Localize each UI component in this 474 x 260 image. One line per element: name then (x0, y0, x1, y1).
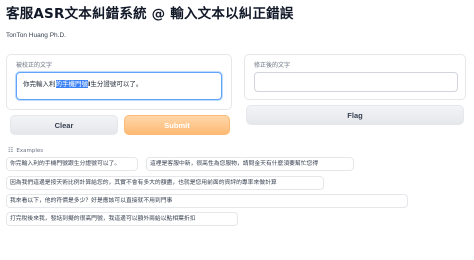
submit-button[interactable]: Submit (124, 115, 230, 135)
example-item[interactable]: 這裡是客服中新，很高性為您服物，請問金天有什麼須要幫忙您得 (146, 157, 354, 171)
input-textarea[interactable]: 你完輸入利的手機門號I生分證號可以了。 (16, 72, 222, 100)
input-text-before: 你完輸入利 (23, 80, 56, 88)
clear-button[interactable]: Clear (10, 115, 118, 135)
page-title: 客服ASR文本糾錯系統 @ 輸入文本以糾正錯誤 (6, 6, 294, 22)
output-panel: 修正後的文字 (244, 54, 466, 100)
examples-label: Examples (16, 147, 44, 154)
input-panel: 被校正的文字 你完輸入利的手機門號I生分證號可以了。 (6, 54, 232, 110)
example-item[interactable]: 打完稅後來我，發話到擬的很高門號，我這邊可以額外兩給以點相葉折扣 (6, 212, 238, 226)
input-text-selected: 的手機門號 (55, 80, 88, 88)
author-label: TonTon Huang Ph.D. (6, 32, 66, 39)
example-item[interactable]: 因為我們這邊是按天術比例計算給您的，其實不會有多大的額盡，也就是您用前面的資評的… (6, 176, 324, 190)
input-label: 被校正的文字 (16, 62, 53, 69)
flag-button[interactable]: Flag (246, 105, 464, 125)
input-text-after: 生分證號可以了。 (90, 80, 143, 88)
output-label: 修正後的文字 (254, 62, 291, 69)
grid-icon: ☷ (8, 147, 14, 154)
example-item[interactable]: 你完輸入利的手機門號跟生分證號可以了。 (6, 157, 138, 171)
examples-header: ☷ Examples (8, 147, 43, 154)
output-textarea[interactable] (254, 72, 458, 92)
example-item[interactable]: 我來看以下，他的符價是多少？好是應該可以直接就不用到門事 (6, 194, 408, 208)
